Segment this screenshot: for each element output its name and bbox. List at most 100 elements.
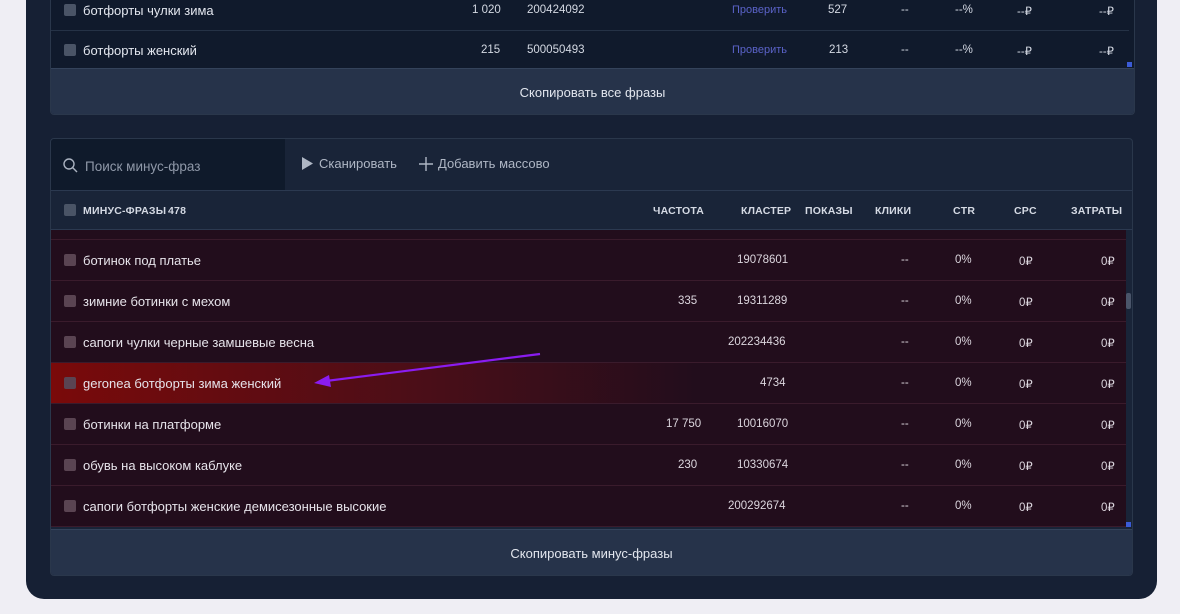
table-row[interactable]: ботфорты чулки зима 1 020 200424092 Пров… (51, 0, 1129, 31)
add-bulk-label: Добавить массово (438, 156, 550, 171)
cluster-value: 200292674 (728, 500, 786, 512)
row-checkbox[interactable] (64, 377, 76, 389)
clicks-value: -- (901, 44, 909, 56)
col-cpc[interactable]: CPC (1014, 205, 1037, 217)
scrollbar-thumb[interactable] (1126, 293, 1131, 309)
ctr-value: 0% (955, 459, 972, 471)
minus-phrases-list: ботинок под платье 19078601 -- 0% 0₽ 0₽ … (51, 230, 1126, 527)
cpc-value: 0₽ (1019, 256, 1033, 268)
table-row[interactable]: обувь на высоком каблуке 230 10330674 --… (51, 445, 1126, 486)
search-box[interactable] (51, 139, 285, 190)
cpc-value: 0₽ (1019, 297, 1033, 309)
ctr-value: 0% (955, 418, 972, 430)
col-clicks[interactable]: КЛИКИ (875, 205, 911, 217)
cpc-value: 0₽ (1019, 338, 1033, 350)
ctr-value: 0% (955, 295, 972, 307)
phrase-text: зимние ботинки с мехом (83, 294, 231, 309)
cpc-value: --₽ (1017, 46, 1032, 58)
search-icon (63, 158, 78, 173)
check-link[interactable]: Проверить (732, 4, 787, 16)
cluster-value: 200424092 (527, 4, 585, 16)
row-checkbox[interactable] (64, 500, 76, 512)
cluster-value: 19311289 (737, 295, 788, 307)
table-row-highlighted[interactable]: geronea ботфорты зима женский 4734 -- 0%… (51, 363, 1126, 404)
row-checkbox[interactable] (64, 44, 76, 56)
col-freq[interactable]: ЧАСТОТА (653, 205, 704, 217)
phrase-text: обувь на высоком каблуке (83, 458, 243, 473)
clicks-value: -- (901, 295, 909, 307)
shows-value: 527 (828, 4, 848, 16)
copy-minus-phrases-button[interactable]: Скопировать минус-фразы (51, 529, 1132, 575)
cost-value: 0₽ (1101, 502, 1115, 514)
cpc-value: 0₽ (1019, 379, 1033, 391)
scrollbar-marker (1127, 62, 1132, 67)
row-checkbox[interactable] (64, 459, 76, 471)
table-row[interactable]: ботфорты женский 215 500050493 Проверить… (51, 31, 1129, 71)
cpc-value: 0₽ (1019, 420, 1033, 432)
cluster-value: 4734 (760, 377, 786, 389)
table-row[interactable]: сапоги ботфорты женские демисезонные выс… (51, 486, 1126, 527)
select-all-checkbox[interactable] (64, 204, 76, 216)
clicks-value: -- (901, 500, 909, 512)
cpc-value: 0₽ (1019, 502, 1033, 514)
freq-value: 230 (678, 459, 698, 471)
col-ctr[interactable]: CTR (953, 205, 975, 217)
row-checkbox[interactable] (64, 4, 76, 16)
phrase-text: ботфорты женский (83, 43, 197, 58)
cost-value: 0₽ (1101, 297, 1115, 309)
scan-button[interactable]: Сканировать (301, 156, 397, 171)
phrase-text: сапоги чулки черные замшевые весна (83, 335, 315, 350)
col-cost[interactable]: ЗАТРАТЫ (1071, 205, 1122, 217)
table-row[interactable]: сапоги чулки черные замшевые весна 20223… (51, 322, 1126, 363)
scan-label: Сканировать (319, 156, 397, 171)
cluster-value: 10330674 (737, 459, 789, 471)
copy-all-phrases-button[interactable]: Скопировать все фразы (51, 68, 1134, 114)
header-title: МИНУС-ФРАЗЫ (83, 205, 167, 217)
clicks-value: -- (901, 336, 909, 348)
cluster-value: 19078601 (737, 254, 789, 266)
table-row[interactable]: ботинок под платье 19078601 -- 0% 0₽ 0₽ (51, 240, 1126, 281)
cpc-value: 0₽ (1019, 461, 1033, 473)
table-row[interactable]: ботинки на платформе 17 750 10016070 -- … (51, 404, 1126, 445)
ctr-value: --% (955, 44, 973, 56)
clicks-value: -- (901, 254, 909, 266)
freq-value: 1 020 (472, 4, 501, 16)
cost-value: 0₽ (1101, 338, 1115, 350)
phrase-text: geronea ботфорты зима женский (83, 376, 282, 391)
header-count: 478 (168, 205, 187, 217)
table-row[interactable]: зимние ботинки с мехом 335 19311289 -- 0… (51, 281, 1126, 322)
play-icon (302, 157, 313, 170)
cost-value: 0₽ (1101, 379, 1115, 391)
add-bulk-button[interactable]: Добавить массово (419, 156, 550, 171)
toolbar: Сканировать Добавить массово (51, 139, 1132, 191)
minus-phrases-panel: Сканировать Добавить массово МИНУС-ФРАЗЫ… (50, 138, 1133, 576)
phrase-text: ботинки на платформе (83, 417, 222, 432)
phrase-text: сапоги ботфорты женские демисезонные выс… (83, 499, 387, 514)
row-checkbox[interactable] (64, 295, 76, 307)
row-checkbox[interactable] (64, 336, 76, 348)
clicks-value: -- (901, 459, 909, 471)
col-shows[interactable]: ПОКАЗЫ (805, 205, 853, 217)
ctr-value: 0% (955, 336, 972, 348)
plus-icon (419, 156, 433, 171)
table-header: МИНУС-ФРАЗЫ 478 ЧАСТОТА КЛАСТЕР ПОКАЗЫ К… (51, 191, 1132, 230)
cost-value: --₽ (1099, 6, 1114, 18)
check-link[interactable]: Проверить (732, 44, 787, 56)
ctr-value: 0% (955, 500, 972, 512)
search-input[interactable] (83, 155, 277, 177)
cluster-value: 10016070 (737, 418, 789, 430)
row-checkbox[interactable] (64, 418, 76, 430)
copy-minus-label: Скопировать минус-фразы (510, 545, 673, 561)
phrase-text: ботфорты чулки зима (83, 3, 214, 18)
cluster-value: 500050493 (527, 44, 585, 56)
phrase-text: ботинок под платье (83, 253, 202, 268)
table-row (51, 230, 1126, 240)
cpc-value: --₽ (1017, 6, 1032, 18)
clicks-value: -- (901, 4, 909, 16)
ctr-value: 0% (955, 377, 972, 389)
cost-value: 0₽ (1101, 461, 1115, 473)
freq-value: 17 750 (666, 418, 702, 430)
col-cluster[interactable]: КЛАСТЕР (741, 205, 791, 217)
row-checkbox[interactable] (64, 254, 76, 266)
cluster-value: 202234436 (728, 336, 786, 348)
